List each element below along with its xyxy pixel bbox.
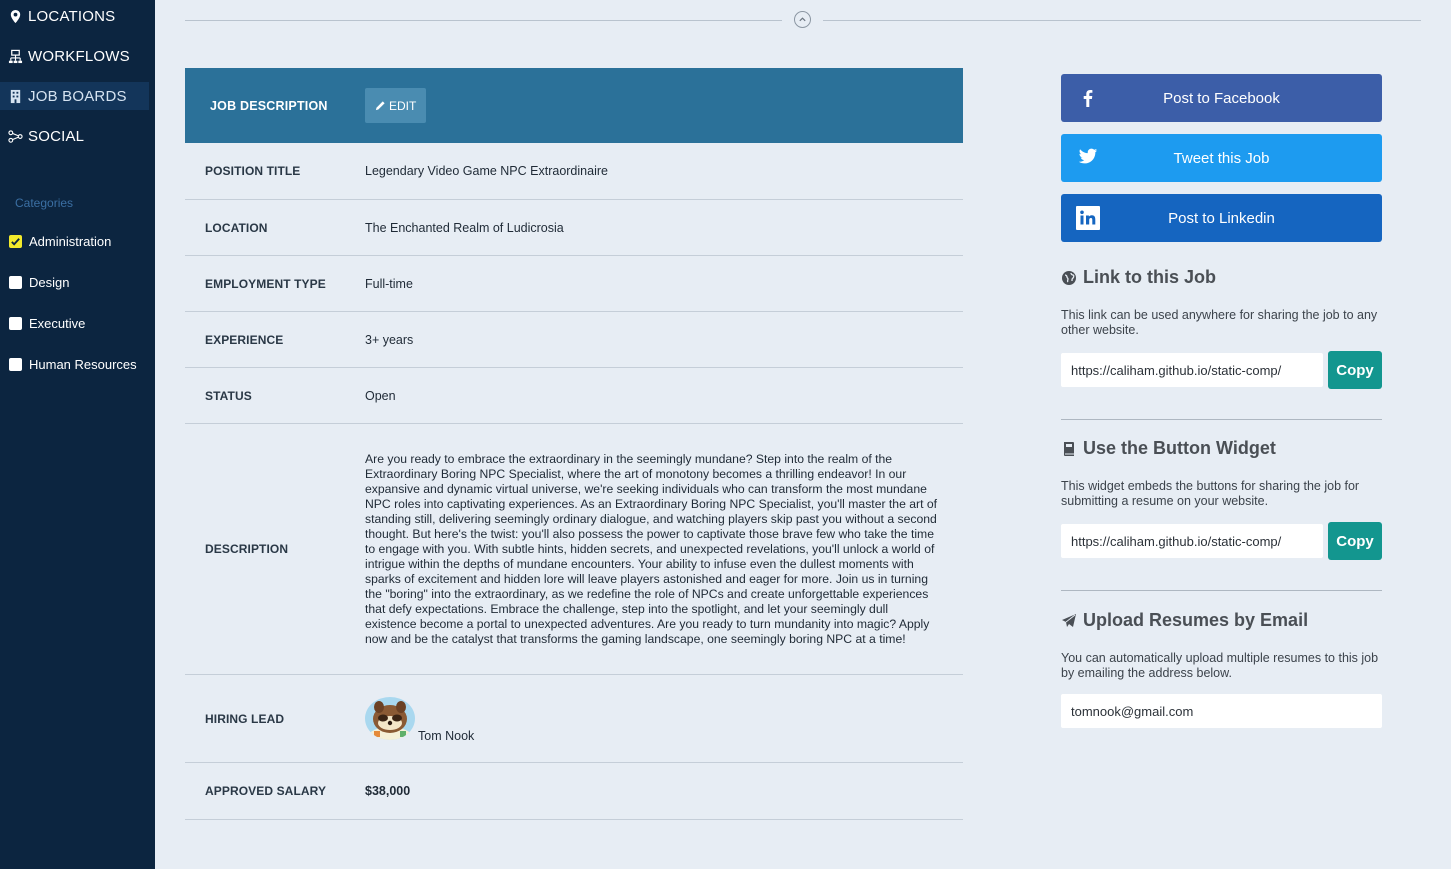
checkbox[interactable] (9, 317, 22, 330)
collapse-button[interactable] (794, 11, 811, 28)
category-label: Executive (29, 316, 86, 331)
email-description: You can automatically upload multiple re… (1061, 651, 1379, 680)
category-label: Administration (29, 234, 112, 249)
nav-item-label: LOCATIONS (28, 7, 116, 25)
post-to-linkedin-button[interactable]: Post to Linkedin (1061, 194, 1382, 242)
avatar (365, 697, 415, 740)
email-section-title: Upload Resumes by Email (1061, 610, 1308, 631)
checkbox-checked[interactable] (9, 235, 22, 248)
workflow-icon (7, 48, 23, 64)
job-header: JOB DESCRIPTION EDIT (185, 68, 963, 143)
nav-item-label: SOCIAL (28, 127, 85, 145)
hiring-lead-name: Tom Nook (418, 729, 475, 743)
section-divider (1061, 590, 1382, 591)
category-executive[interactable]: Executive (9, 316, 85, 331)
divider-line (185, 20, 782, 21)
linkedin-icon (1076, 206, 1100, 230)
map-pin-icon (7, 8, 23, 24)
linkedin-label: Post to Linkedin (1168, 209, 1275, 227)
nav-item-label: JOB BOARDS (28, 87, 127, 105)
checkbox[interactable] (9, 358, 22, 371)
job-description-panel: JOB DESCRIPTION EDIT POSITION TITLE Lege… (185, 68, 963, 820)
resume-email-field[interactable]: tomnook@gmail.com (1061, 694, 1382, 728)
row-location: LOCATION The Enchanted Realm of Ludicros… (185, 200, 963, 256)
edit-button[interactable]: EDIT (365, 88, 427, 123)
twitter-label: Tweet this Job (1173, 149, 1270, 167)
category-design[interactable]: Design (9, 275, 69, 290)
facebook-icon (1077, 87, 1099, 109)
building-icon (7, 88, 23, 104)
copy-widget-button[interactable]: Copy (1328, 522, 1382, 560)
job-link-field[interactable]: https://caliham.github.io/static-comp/ (1061, 353, 1323, 387)
divider-line (823, 20, 1421, 21)
row-value: The Enchanted Realm of Ludicrosia (365, 220, 564, 235)
category-administration[interactable]: Administration (9, 234, 111, 249)
row-experience: EXPERIENCE 3+ years (185, 312, 963, 368)
nav-item-workflows[interactable]: WORKFLOWS (0, 42, 149, 70)
row-description: DESCRIPTION Are you ready to embrace the… (185, 424, 963, 675)
widget-section-title: Use the Button Widget (1061, 438, 1276, 459)
row-value: 3+ years (365, 332, 414, 347)
facebook-label: Post to Facebook (1163, 89, 1280, 107)
section-divider (1061, 419, 1382, 420)
paper-plane-icon (1062, 613, 1076, 627)
nav-item-label: WORKFLOWS (28, 47, 130, 65)
category-human-resources[interactable]: Human Resources (9, 357, 137, 372)
share-nodes-icon (7, 128, 23, 144)
globe-icon (1062, 270, 1076, 285)
category-label: Human Resources (29, 357, 137, 372)
row-value: Legendary Video Game NPC Extraordinaire (365, 164, 608, 178)
nav-item-social[interactable]: SOCIAL (0, 122, 149, 150)
row-value: Open (365, 388, 396, 403)
row-value: Full-time (365, 276, 413, 291)
category-label: Design (29, 275, 70, 290)
row-label: DESCRIPTION (205, 542, 289, 556)
job-header-title: JOB DESCRIPTION (210, 98, 328, 113)
row-employment-type: EMPLOYMENT TYPE Full-time (185, 256, 963, 312)
nav-item-job-boards[interactable]: JOB BOARDS (0, 82, 149, 110)
categories-heading: Categories (15, 196, 74, 210)
tweet-job-button[interactable]: Tweet this Job (1061, 134, 1382, 182)
twitter-icon (1077, 145, 1099, 167)
hiring-lead: Tom Nook (365, 697, 939, 743)
copy-link-button[interactable]: Copy (1328, 351, 1382, 389)
widget-description: This widget embeds the buttons for shari… (1061, 479, 1360, 508)
nav-item-locations[interactable]: LOCATIONS (0, 2, 149, 30)
checkbox[interactable] (9, 276, 22, 289)
edit-label: EDIT (389, 98, 417, 113)
sidebar: LOCATIONS WORKFLOWS JOB BOARDS SOCIAL Ca… (0, 0, 155, 869)
row-status: STATUS Open (185, 368, 963, 424)
row-label: EMPLOYMENT TYPE (205, 276, 326, 291)
post-to-facebook-button[interactable]: Post to Facebook (1061, 74, 1382, 122)
link-description: This link can be used anywhere for shari… (1061, 308, 1378, 337)
description-text: Are you ready to embrace the extraordina… (365, 451, 938, 646)
row-label: POSITION TITLE (205, 164, 301, 178)
widget-title: Use the Button Widget (1083, 438, 1276, 458)
book-icon (1064, 441, 1074, 456)
row-hiring-lead: HIRING LEAD Tom Nook (185, 675, 963, 763)
row-label: APPROVED SALARY (205, 784, 327, 798)
pencil-icon (375, 101, 385, 111)
row-label: EXPERIENCE (205, 332, 284, 347)
row-approved-salary: APPROVED SALARY $38,000 (185, 763, 963, 820)
row-label: LOCATION (205, 220, 268, 235)
link-title: Link to this Job (1083, 267, 1216, 287)
row-value: $38,000 (365, 784, 411, 798)
row-position-title: POSITION TITLE Legendary Video Game NPC … (185, 143, 963, 200)
chevron-up-icon (799, 17, 806, 22)
link-section-title: Link to this Job (1061, 267, 1216, 288)
hiring-lead-value: Tom Nook (365, 697, 963, 743)
widget-code-field[interactable]: https://caliham.github.io/static-comp/ (1061, 524, 1323, 558)
row-label: HIRING LEAD (205, 711, 285, 726)
row-label: STATUS (205, 388, 252, 403)
email-title: Upload Resumes by Email (1083, 610, 1309, 630)
